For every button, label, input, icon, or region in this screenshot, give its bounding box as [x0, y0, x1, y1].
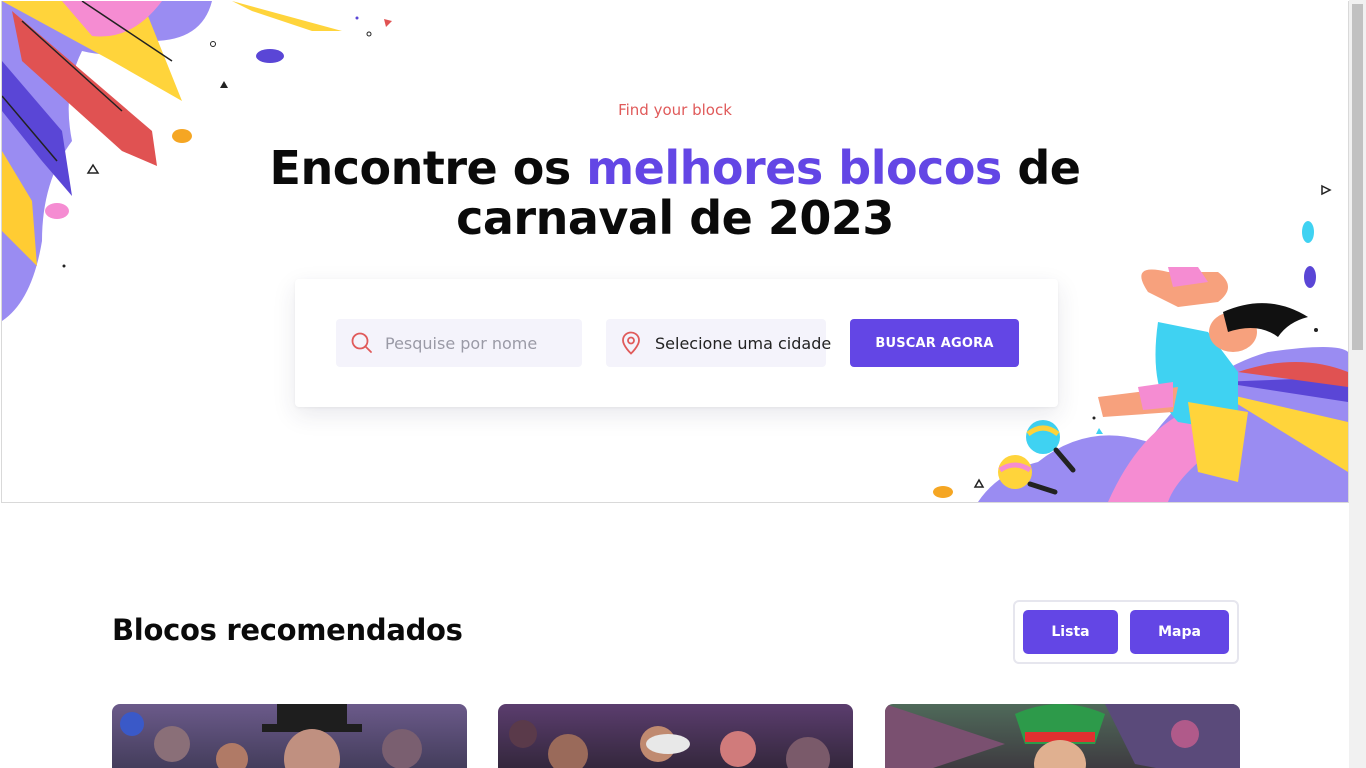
city-select-label: Selecione uma cidade	[655, 333, 832, 353]
search-now-button[interactable]: BUSCAR AGORA	[850, 319, 1019, 367]
headline-text-end: de	[1001, 141, 1081, 195]
map-view-button[interactable]: Mapa	[1130, 610, 1229, 654]
block-card-image[interactable]	[885, 704, 1240, 768]
block-card-image[interactable]	[498, 704, 853, 768]
name-search-input[interactable]	[385, 333, 555, 353]
page-scrollbar[interactable]	[1349, 0, 1366, 768]
headline-text-start: Encontre os	[269, 141, 587, 195]
crowd-photo	[120, 704, 422, 768]
search-icon	[351, 332, 372, 353]
headline-line2: carnaval de 2023	[456, 191, 894, 245]
block-card-image[interactable]	[112, 704, 467, 768]
name-search-field[interactable]	[336, 319, 582, 367]
view-toggle: Lista Mapa	[1013, 600, 1239, 664]
recommended-title: Blocos recomendados	[112, 613, 463, 647]
search-card: Selecione uma cidade BUSCAR AGORA	[295, 279, 1058, 407]
crowd-photo	[885, 704, 1240, 768]
city-select-field[interactable]: Selecione uma cidade	[606, 319, 831, 367]
page: Find your block Encontre os melhores blo…	[0, 0, 1349, 768]
hero-eyebrow: Find your block	[618, 101, 732, 119]
list-view-button[interactable]: Lista	[1023, 610, 1118, 654]
crowd-photo	[509, 720, 830, 768]
map-pin-icon	[622, 331, 640, 355]
headline-accent: melhores blocos	[586, 141, 1002, 195]
scrollbar-thumb[interactable]	[1352, 4, 1363, 350]
hero-section: Find your block Encontre os melhores blo…	[1, 1, 1349, 503]
hero-headline: Encontre os melhores blocos de carnaval …	[2, 143, 1348, 243]
